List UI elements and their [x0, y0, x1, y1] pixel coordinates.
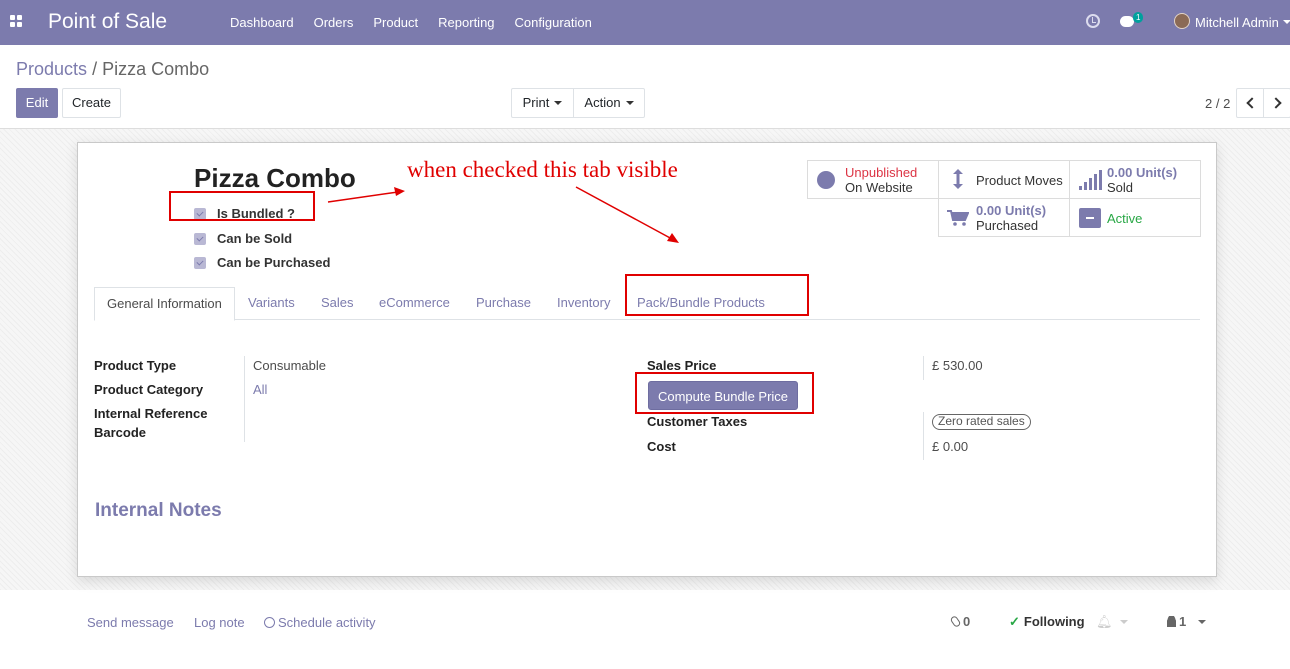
check-icon: ✓: [1009, 614, 1020, 629]
send-message-button[interactable]: Send message: [87, 615, 174, 630]
notebook-tabs: General Information Variants Sales eComm…: [94, 287, 1200, 321]
attachments-button[interactable]: 0: [949, 614, 971, 629]
paperclip-icon: [949, 614, 962, 629]
tab-ecommerce[interactable]: eCommerce: [379, 287, 450, 320]
cost-label: Cost: [647, 439, 676, 454]
tab-pack-bundle-products[interactable]: Pack/Bundle Products: [637, 287, 765, 320]
following-label: Following: [1023, 614, 1085, 629]
tab-inventory[interactable]: Inventory: [557, 287, 610, 320]
annotation-arrows: [327, 186, 679, 243]
customer-taxes-label: Customer Taxes: [647, 414, 748, 429]
cost-value: £ 0.00: [932, 439, 969, 454]
user-icon: [1167, 616, 1176, 627]
internal-reference-label: Internal Reference: [94, 406, 208, 421]
sales-price-label: Sales Price: [647, 358, 717, 373]
tab-purchase[interactable]: Purchase: [476, 287, 531, 320]
tab-general-information[interactable]: General Information: [94, 287, 235, 321]
following-button[interactable]: ✓ Following: [1009, 614, 1085, 630]
internal-notes-heading: Internal Notes: [95, 500, 222, 521]
attachments-count: 0: [963, 614, 971, 629]
left-field-divider: [244, 356, 245, 442]
log-note-button[interactable]: Log note: [194, 615, 245, 630]
compute-bundle-price-button[interactable]: Compute Bundle Price: [648, 381, 798, 410]
product-category-label: Product Category: [94, 382, 204, 397]
taxes-cost-divider: [923, 412, 924, 460]
product-type-label: Product Type: [94, 358, 177, 373]
bell-caret-icon: [1119, 620, 1128, 624]
sales-price-divider: [923, 356, 924, 380]
notifications-bell-icon[interactable]: 🔔︎: [1096, 614, 1128, 630]
schedule-activity-label: Schedule activity: [278, 615, 376, 630]
tax-tag: Zero rated sales: [932, 414, 1031, 430]
schedule-activity-button[interactable]: Schedule activity: [264, 615, 376, 630]
barcode-label: Barcode: [94, 425, 147, 440]
product-category-link[interactable]: All: [253, 382, 267, 397]
followers-caret-icon: [1198, 620, 1207, 624]
followers-count: 1: [1179, 614, 1187, 629]
sales-price-value: £ 530.00: [932, 358, 983, 373]
tab-sales[interactable]: Sales: [321, 287, 354, 320]
followers-button[interactable]: 1: [1167, 614, 1207, 629]
clock-icon: [264, 617, 275, 628]
product-type-field[interactable]: Consumable: [253, 358, 326, 373]
tab-variants[interactable]: Variants: [248, 287, 295, 320]
